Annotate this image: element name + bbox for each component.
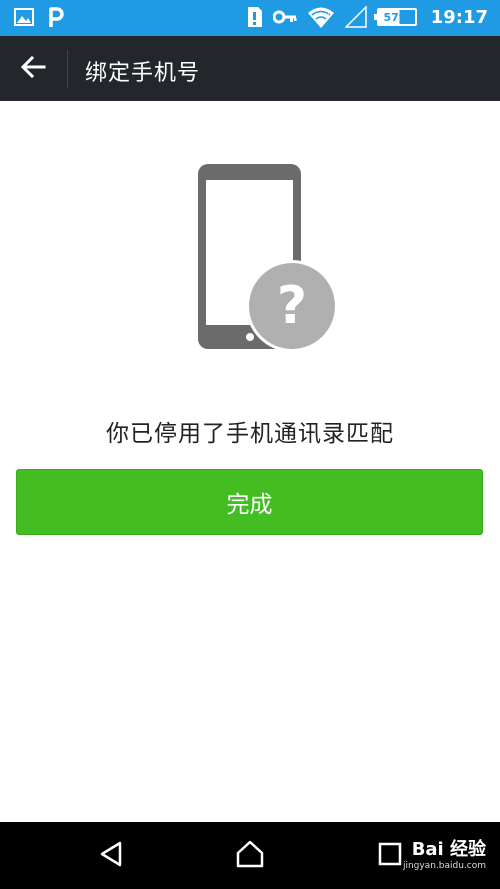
- home-icon: [235, 840, 265, 872]
- status-time: 19:17: [430, 6, 488, 28]
- nav-back-button[interactable]: [93, 838, 129, 874]
- svg-text:?: ?: [277, 276, 307, 336]
- phone-question-icon: ?: [195, 160, 340, 355]
- wifi-icon: !: [307, 5, 335, 29]
- key-icon: [272, 9, 297, 25]
- battery-percent: 57%: [383, 10, 410, 24]
- nav-home-button[interactable]: [232, 838, 268, 874]
- back-triangle-icon: [98, 841, 124, 871]
- done-button[interactable]: 完成: [16, 469, 483, 535]
- svg-text:!: !: [327, 9, 330, 17]
- watermark-main: Bai 经验: [411, 839, 486, 860]
- battery-icon: 57%: [373, 8, 417, 26]
- nav-bar: Bai 经验 jingyan.baidu.com: [0, 822, 500, 889]
- parking-app-icon: [48, 6, 64, 28]
- back-button[interactable]: [10, 46, 56, 92]
- gallery-icon: [14, 8, 34, 26]
- watermark: Bai 经验 jingyan.baidu.com: [403, 840, 486, 872]
- screen: ! 57% 19:17 绑定手机号 ? 你已停用了手机通讯录匹配 完成 Bai …: [0, 0, 500, 889]
- arrow-left-icon: [20, 55, 46, 82]
- recents-icon: [378, 842, 402, 870]
- watermark-sub: jingyan.baidu.com: [402, 861, 486, 871]
- status-bar: ! 57% 19:17: [0, 0, 500, 36]
- app-bar: 绑定手机号: [0, 36, 500, 101]
- signal-icon: [344, 6, 367, 28]
- app-bar-divider: [67, 50, 68, 88]
- status-message: 你已停用了手机通讯录匹配: [106, 421, 394, 447]
- page-title: 绑定手机号: [85, 61, 201, 86]
- sim-icon: [247, 6, 263, 28]
